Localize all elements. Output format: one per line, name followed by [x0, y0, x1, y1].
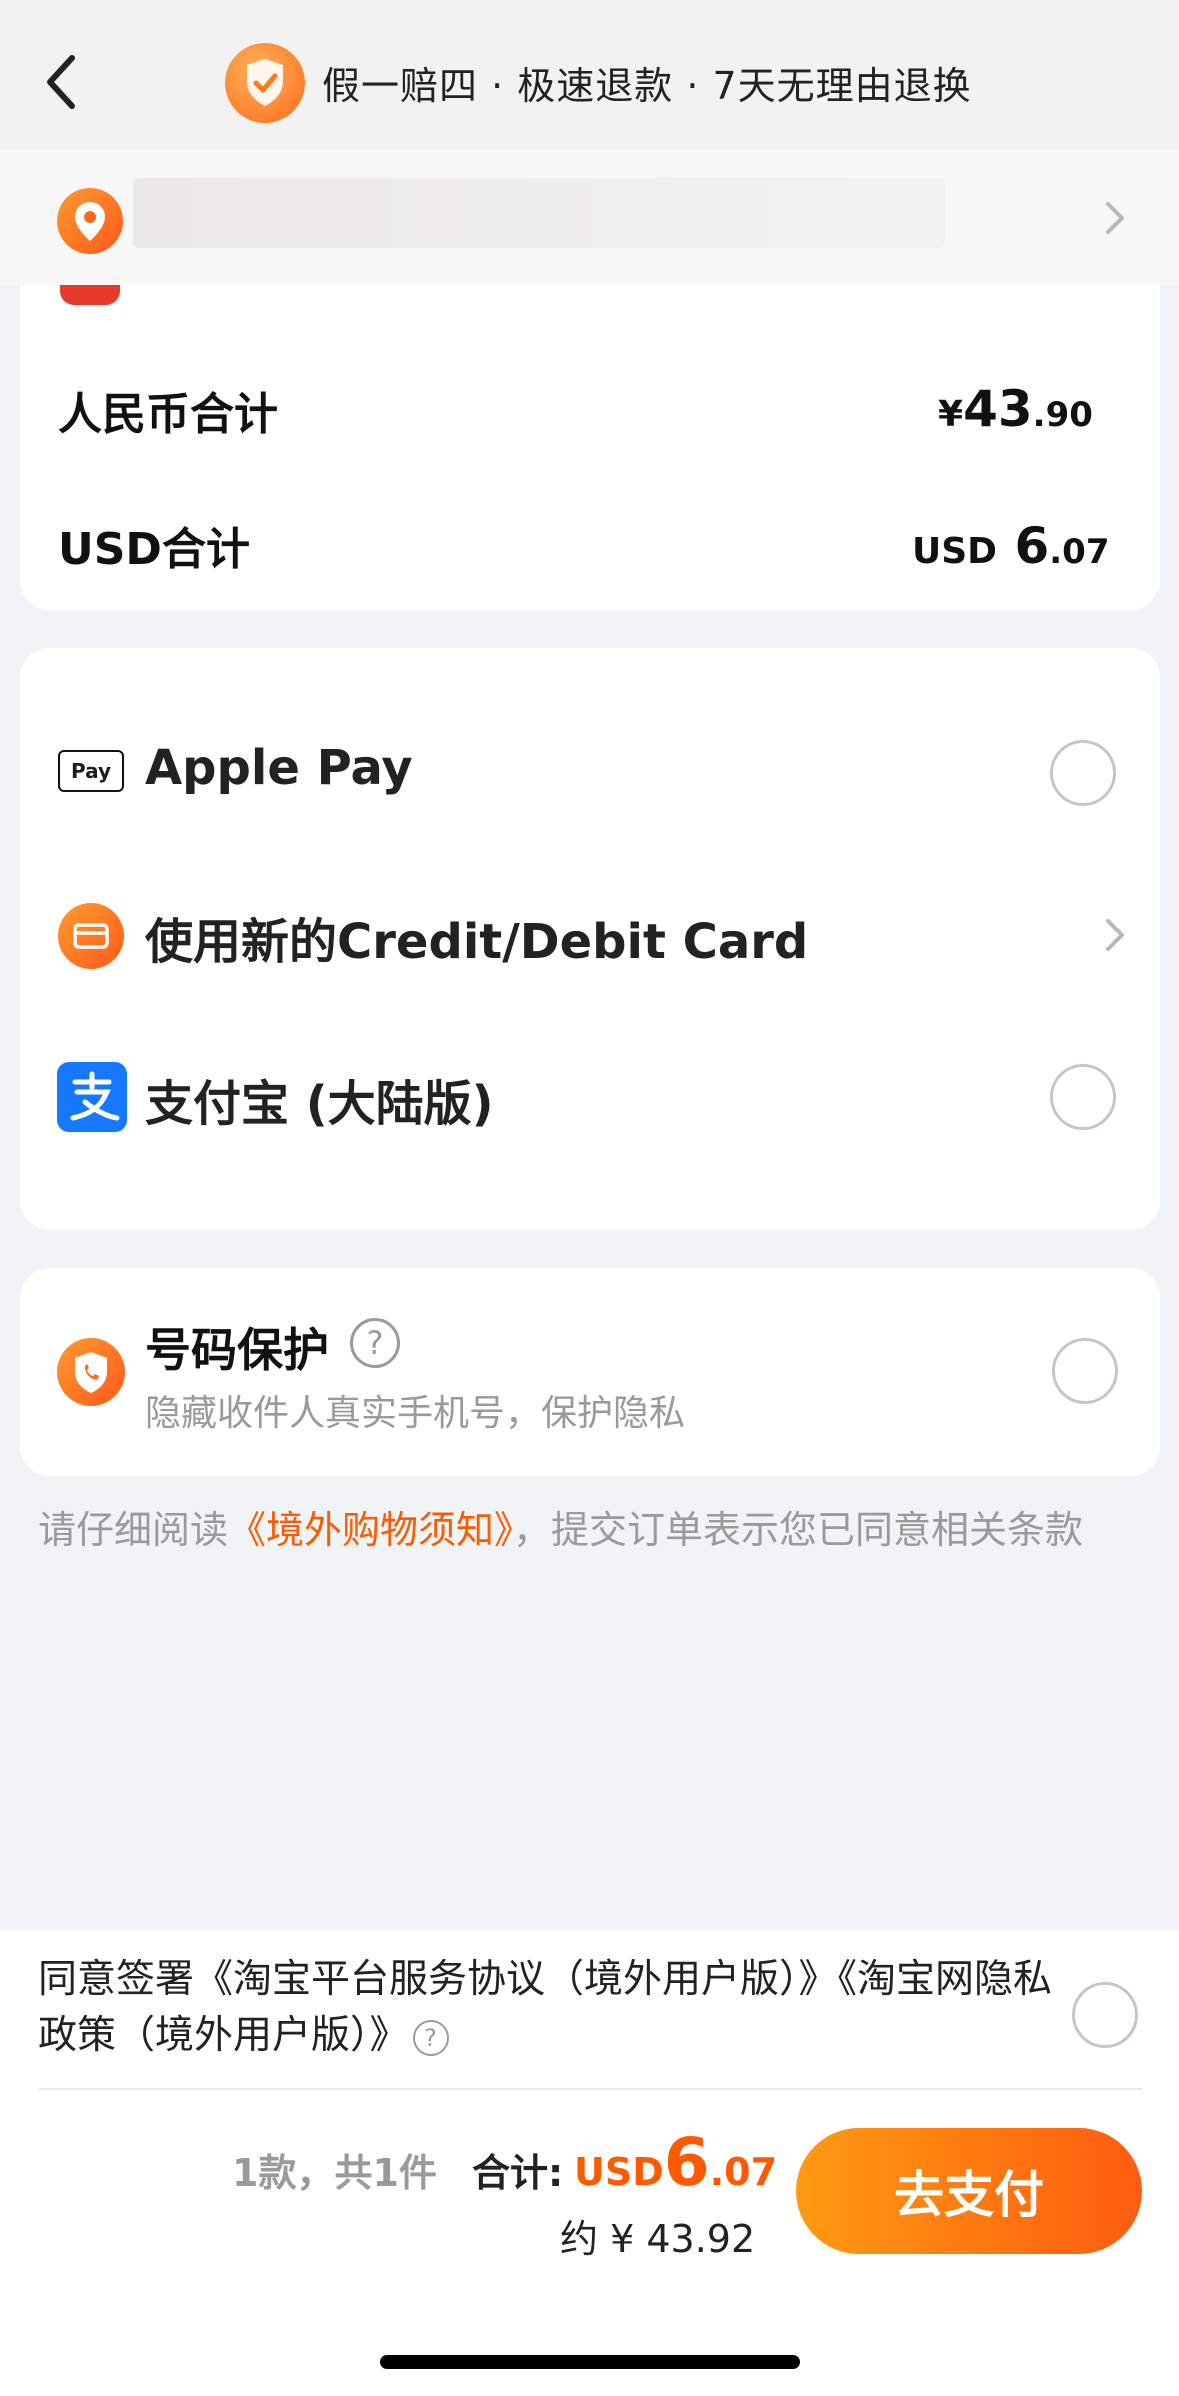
usd-total-value: USD 6.07: [912, 517, 1110, 575]
pay-button[interactable]: 去支付: [796, 2128, 1142, 2254]
alipay-radio[interactable]: [1050, 1064, 1116, 1130]
location-pin-icon: [57, 188, 123, 254]
total-label: 合计:: [472, 2151, 564, 2195]
agreement-radio[interactable]: [1072, 1982, 1138, 2048]
item-count: 1款，共1件: [232, 2151, 437, 2195]
overseas-shopping-notice-link[interactable]: 《境外购物须知》: [228, 1508, 513, 1552]
cny-total-label: 人民币合计: [58, 389, 278, 440]
credit-card-icon: [58, 903, 124, 969]
red-packet-icon: [60, 285, 120, 305]
address-blurred: [133, 178, 945, 248]
approx-cny: 约 ¥ 43.92: [560, 2217, 756, 2261]
apple-pay-radio[interactable]: [1050, 740, 1116, 806]
card-chevron-icon: [1100, 915, 1130, 959]
help-icon[interactable]: ?: [350, 1318, 400, 1368]
total-amount: USD6.07: [574, 2124, 778, 2201]
apple-pay-icon: Pay: [58, 750, 124, 792]
address-chevron-icon: [1100, 198, 1130, 242]
shield-icon: [225, 43, 305, 123]
notice-text: 请仔细阅读《境外购物须知》，提交订单表示您已同意相关条款: [38, 1508, 1084, 1552]
agreement-help-icon[interactable]: ?: [412, 2019, 449, 2056]
apple-pay-label: Apple Pay: [145, 740, 413, 796]
usd-total-label: USD合计: [58, 524, 250, 575]
agreement-text[interactable]: 同意签署《淘宝平台服务协议（境外用户版）》《淘宝网隐私政策（境外用户版）》?: [38, 1952, 1058, 2064]
divider: [38, 2088, 1143, 2090]
alipay-icon: [57, 1062, 127, 1132]
phone-shield-icon: [57, 1338, 125, 1406]
home-indicator: [380, 2355, 800, 2369]
new-card-label[interactable]: 使用新的Credit/Debit Card: [145, 902, 808, 972]
number-protection-subtitle: 隐藏收件人真实手机号，保护隐私: [145, 1393, 686, 1434]
number-protection-radio[interactable]: [1052, 1338, 1118, 1404]
alipay-label: 支付宝 (大陆版): [145, 1076, 494, 1132]
back-button[interactable]: [40, 52, 84, 112]
page-title: 假一赔四 · 极速退款 · 7天无理由退换: [322, 64, 972, 108]
number-protection-title: 号码保护: [145, 1323, 329, 1377]
cny-total-value: ¥43.90: [938, 380, 1093, 438]
chevron-left-icon: [47, 55, 75, 109]
